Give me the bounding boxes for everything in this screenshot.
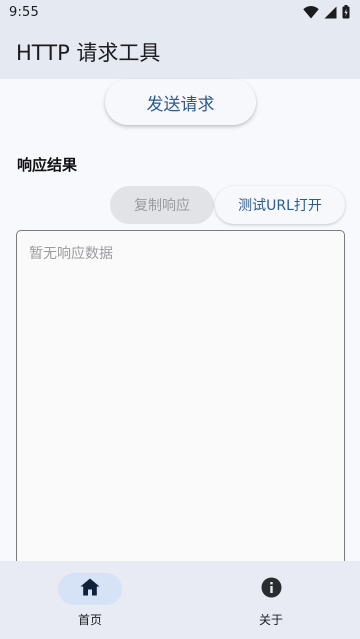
status-bar: 9:55 <box>0 0 360 24</box>
test-url-open-button[interactable]: 测试URL打开 <box>215 186 345 224</box>
home-icon <box>80 578 100 600</box>
nav-label-about: 关于 <box>258 613 283 627</box>
status-time: 9:55 <box>9 4 39 20</box>
info-icon <box>261 577 282 602</box>
copy-response-button[interactable]: 复制响应 <box>110 186 214 224</box>
send-request-button[interactable]: 发送请求 <box>105 79 256 125</box>
response-output[interactable]: 暂无响应数据 <box>16 230 345 570</box>
nav-label-home: 首页 <box>77 613 102 627</box>
nav-home-indicator <box>58 573 122 605</box>
nav-about-indicator <box>239 573 303 605</box>
app-bar: HTTP 请求工具 <box>0 24 360 79</box>
bottom-navigation: 首页 关于 <box>0 561 360 639</box>
status-icons <box>303 5 350 19</box>
wifi-icon <box>303 5 319 19</box>
nav-item-about[interactable]: 关于 <box>211 573 331 631</box>
page-title: HTTP 请求工具 <box>16 40 161 65</box>
response-placeholder: 暂无响应数据 <box>29 246 113 262</box>
battery-icon <box>342 5 350 19</box>
response-section-label: 响应结果 <box>17 156 78 174</box>
nav-item-home[interactable]: 首页 <box>30 573 150 631</box>
main-content: 发送请求 响应结果 复制响应 测试URL打开 暂无响应数据 <box>0 79 360 570</box>
signal-icon <box>324 6 337 19</box>
